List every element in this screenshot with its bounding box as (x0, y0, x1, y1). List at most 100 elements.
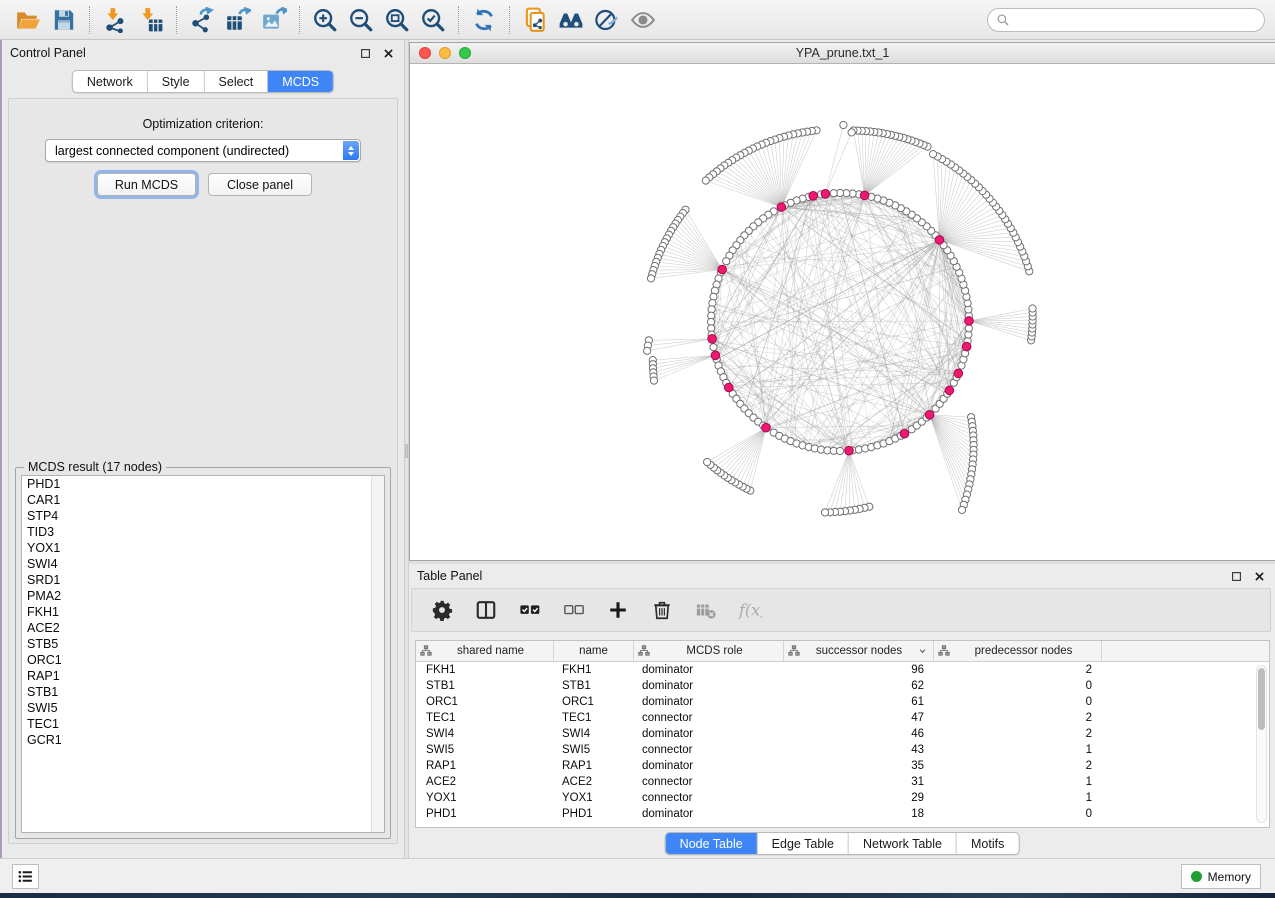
mcds-result-item[interactable]: FKH1 (22, 604, 384, 620)
mcds-hub-node[interactable] (711, 351, 720, 360)
network-node[interactable] (723, 258, 730, 265)
mcds-hub-node[interactable] (962, 342, 971, 351)
mcds-hub-node[interactable] (725, 383, 734, 392)
network-node[interactable] (965, 325, 972, 332)
column-header-predecessor-nodes[interactable]: predecessor nodes (934, 641, 1102, 661)
table-row[interactable]: YOX1YOX1connector291 (416, 790, 1269, 806)
table-row[interactable]: STB1STB1dominator620 (416, 678, 1269, 694)
network-node[interactable] (704, 458, 711, 465)
table-row[interactable]: ACE2ACE2connector311 (416, 774, 1269, 790)
column-header-name[interactable]: name (554, 641, 634, 661)
network-node[interactable] (958, 506, 965, 513)
import-table-button[interactable] (133, 4, 169, 36)
import-network-button[interactable] (97, 4, 133, 36)
column-header-successor-nodes[interactable]: successor nodes (784, 641, 934, 661)
network-node[interactable] (647, 275, 654, 282)
mcds-result-item[interactable]: ORC1 (22, 652, 384, 668)
binoculars-button[interactable] (553, 4, 589, 36)
export-table-button[interactable] (220, 4, 256, 36)
network-node[interactable] (710, 344, 717, 351)
network-node[interactable] (821, 509, 828, 516)
table-row[interactable]: SWI5SWI5connector431 (416, 742, 1269, 758)
network-node[interactable] (1029, 305, 1036, 312)
table-scrollbar-thumb[interactable] (1258, 668, 1265, 730)
mcds-result-item[interactable]: TID3 (22, 524, 384, 540)
close-window-icon[interactable] (419, 47, 431, 59)
zoom-fit-button[interactable] (379, 4, 415, 36)
mcds-result-item[interactable]: RAP1 (22, 668, 384, 684)
search-input[interactable] (1010, 13, 1256, 27)
open-folder-button[interactable] (10, 4, 46, 36)
mcds-result-item[interactable]: STP4 (22, 508, 384, 524)
network-canvas[interactable] (410, 64, 1275, 560)
task-list-button[interactable] (12, 864, 39, 889)
search-field[interactable] (987, 8, 1265, 32)
run-mcds-button[interactable]: Run MCDS (97, 173, 196, 196)
splitter-grip[interactable] (405, 444, 408, 458)
mcds-result-item[interactable]: SWI5 (22, 700, 384, 716)
delete-row-button[interactable] (650, 598, 674, 622)
table-row[interactable]: SWI4SWI4dominator462 (416, 726, 1269, 742)
mcds-hub-node[interactable] (762, 423, 771, 432)
columns-button[interactable] (474, 598, 498, 622)
tab-node-table[interactable]: Node Table (666, 833, 758, 854)
table-row[interactable]: ORC1ORC1dominator610 (416, 694, 1269, 710)
select-all-button[interactable] (518, 598, 542, 622)
export-image-button[interactable] (256, 4, 292, 36)
table-scrollbar[interactable] (1256, 665, 1267, 823)
gear-button[interactable] (430, 598, 454, 622)
mcds-hub-node[interactable] (845, 446, 854, 455)
float-table-panel-icon[interactable] (1229, 569, 1244, 584)
network-node[interactable] (930, 151, 937, 158)
zoom-in-button[interactable] (307, 4, 343, 36)
mcds-hub-node[interactable] (945, 386, 954, 395)
mcds-hub-node[interactable] (935, 236, 944, 245)
mcds-result-item[interactable]: STB1 (22, 684, 384, 700)
minimize-window-icon[interactable] (439, 47, 451, 59)
delete-table-button[interactable] (694, 598, 718, 622)
mcds-result-item[interactable]: GCR1 (22, 732, 384, 748)
network-node[interactable] (702, 177, 709, 184)
optimization-criterion-select[interactable]: largest connected component (undirected) (45, 139, 361, 162)
mcds-hub-node[interactable] (809, 192, 818, 201)
memory-button[interactable]: Memory (1181, 864, 1261, 889)
mcds-hub-node[interactable] (954, 369, 963, 378)
zoom-out-button[interactable] (343, 4, 379, 36)
eye-button[interactable] (625, 4, 661, 36)
mcds-result-item[interactable]: PHD1 (22, 476, 384, 492)
tab-network[interactable]: Network (73, 71, 148, 92)
table-row[interactable]: FKH1FKH1dominator962 (416, 662, 1269, 678)
mcds-hub-node[interactable] (708, 335, 717, 344)
add-row-button[interactable] (606, 598, 630, 622)
mcds-hub-node[interactable] (718, 265, 727, 274)
mcds-result-item[interactable]: SRD1 (22, 572, 384, 588)
clipboard-share-button[interactable] (517, 4, 553, 36)
mcds-hub-node[interactable] (925, 411, 934, 420)
tab-mcds[interactable]: MCDS (268, 71, 333, 92)
mcds-result-item[interactable]: PMA2 (22, 588, 384, 604)
mcds-result-list[interactable]: PHD1CAR1STP4TID3YOX1SWI4SRD1PMA2FKH1ACE2… (21, 475, 385, 833)
tab-network-table[interactable]: Network Table (849, 833, 957, 854)
mcds-result-item[interactable]: SWI4 (22, 556, 384, 572)
tab-style[interactable]: Style (148, 71, 205, 92)
function-button[interactable]: f(x) (738, 598, 762, 622)
table-row[interactable]: RAP1RAP1dominator352 (416, 758, 1269, 774)
column-header-shared-name[interactable]: shared name (416, 641, 554, 661)
vision-filter-button[interactable] (589, 4, 625, 36)
zoom-selected-button[interactable] (415, 4, 451, 36)
network-node[interactable] (848, 129, 855, 136)
mcds-hub-node[interactable] (777, 203, 786, 212)
network-node[interactable] (650, 377, 657, 384)
network-graph[interactable] (410, 64, 1274, 560)
mcds-list-scrollbar[interactable] (371, 476, 384, 832)
close-table-panel-icon[interactable] (1252, 569, 1267, 584)
mcds-result-item[interactable]: STB5 (22, 636, 384, 652)
mcds-result-item[interactable]: ACE2 (22, 620, 384, 636)
tab-motifs[interactable]: Motifs (957, 833, 1018, 854)
table-row[interactable]: TEC1TEC1connector472 (416, 710, 1269, 726)
deselect-all-button[interactable] (562, 598, 586, 622)
mcds-hub-node[interactable] (860, 191, 869, 200)
float-panel-icon[interactable] (358, 46, 373, 61)
network-node[interactable] (644, 347, 651, 354)
mcds-hub-node[interactable] (900, 429, 909, 438)
